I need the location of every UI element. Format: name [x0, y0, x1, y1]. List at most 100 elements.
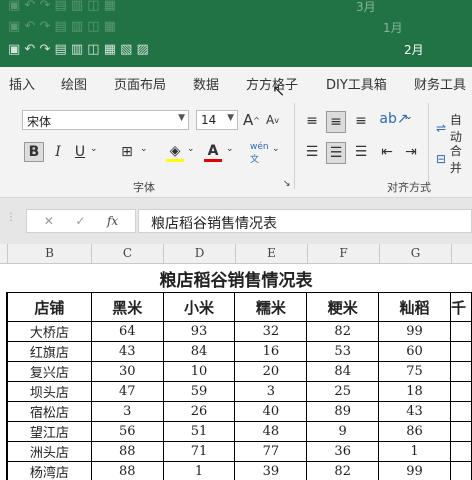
chevron-down-icon[interactable]: ⌄	[272, 144, 280, 154]
chevron-down-icon[interactable]: ⌄	[187, 144, 195, 154]
table-cell[interactable]: 60	[378, 341, 451, 362]
table-cell[interactable]: 99	[378, 461, 451, 480]
table-cell[interactable]: 86	[378, 421, 451, 442]
cancel-icon[interactable]: ✕	[44, 214, 54, 228]
table-cell[interactable]: 64	[90, 321, 164, 342]
column-header-b[interactable]: B	[7, 244, 91, 264]
table-cell[interactable]: 16	[234, 341, 308, 362]
table-cell[interactable]: 93	[162, 321, 236, 342]
decrease-indent-icon[interactable]: ⇤	[378, 142, 396, 162]
formula-input[interactable]: 粮店稻谷销售情况表	[138, 209, 472, 233]
table-cell[interactable]: 26	[162, 401, 236, 422]
table-cell[interactable]: 18	[378, 381, 451, 402]
header-cell[interactable]: 小米	[162, 292, 236, 322]
font-size-box[interactable]: 14 ▼	[196, 110, 238, 130]
header-cell[interactable]: 籼稻	[378, 292, 451, 322]
header-cell[interactable]: 千	[449, 292, 472, 322]
wrap-text-button[interactable]: ⇌ 自动	[436, 111, 472, 145]
table-cell[interactable]	[449, 441, 472, 462]
table-cell[interactable]: 20	[234, 361, 308, 382]
table-cell[interactable]: 71	[162, 441, 236, 462]
table-cell[interactable]	[449, 321, 472, 342]
table-cell[interactable]: 53	[306, 341, 380, 362]
chevron-down-icon[interactable]: ⌄	[405, 112, 413, 122]
table-cell[interactable]: 洲头店	[7, 441, 92, 462]
border-icon[interactable]: ⊞	[118, 142, 136, 162]
header-cell[interactable]: 粳米	[306, 292, 380, 322]
italic-button[interactable]: I	[50, 142, 66, 162]
table-cell[interactable]: 88	[90, 461, 164, 480]
font-color-icon[interactable]: A	[204, 142, 222, 162]
table-cell[interactable]: 39	[234, 461, 308, 480]
table-cell[interactable]	[449, 421, 472, 442]
chevron-down-icon[interactable]: ⌄	[90, 144, 98, 154]
table-cell[interactable]: 3	[90, 401, 164, 422]
tab-insert[interactable]: 插入	[9, 74, 35, 93]
table-cell[interactable]: 1	[378, 441, 451, 462]
table-cell[interactable]: 56	[90, 421, 164, 442]
table-cell[interactable]: 杨湾店	[7, 461, 92, 480]
table-cell[interactable]: 47	[90, 381, 164, 402]
bold-button[interactable]: B	[24, 142, 44, 162]
column-header-h[interactable]	[451, 244, 472, 264]
align-top-icon[interactable]: ≡	[303, 111, 321, 131]
tab-finance-tools[interactable]: 财务工具	[414, 74, 466, 93]
fill-color-icon[interactable]: ◈	[166, 142, 184, 162]
column-header-c[interactable]: C	[91, 244, 163, 264]
dialog-launcher-icon[interactable]: ↘	[283, 179, 291, 189]
table-cell[interactable]: 43	[90, 341, 164, 362]
align-right-icon[interactable]: ☰	[352, 142, 370, 162]
table-cell[interactable]: 82	[306, 461, 380, 480]
align-center-icon[interactable]: ☰	[326, 142, 346, 164]
table-cell[interactable]	[449, 341, 472, 362]
table-cell[interactable]: 1	[162, 461, 236, 480]
column-header-f[interactable]: F	[307, 244, 379, 264]
table-cell[interactable]: 望江店	[7, 421, 92, 442]
table-cell[interactable]: 大桥店	[7, 321, 92, 342]
table-cell[interactable]: 89	[306, 401, 380, 422]
column-header-d[interactable]: D	[163, 244, 235, 264]
table-cell[interactable]: 10	[162, 361, 236, 382]
column-header-e[interactable]: E	[235, 244, 307, 264]
table-cell[interactable]: 51	[162, 421, 236, 442]
merge-center-button[interactable]: ⊟ 合并	[436, 142, 472, 176]
column-header-g[interactable]: G	[379, 244, 451, 264]
table-cell[interactable]: 48	[234, 421, 308, 442]
header-cell[interactable]: 糯米	[234, 292, 308, 322]
sheet-title[interactable]: 粮店稻谷销售情况表	[0, 264, 472, 292]
table-cell[interactable]	[449, 361, 472, 382]
fx-icon[interactable]: fx	[107, 214, 118, 228]
table-cell[interactable]	[449, 401, 472, 422]
header-cell[interactable]: 店铺	[7, 292, 92, 322]
table-cell[interactable]: 84	[162, 341, 236, 362]
table-cell[interactable]: 3	[234, 381, 308, 402]
align-bottom-icon[interactable]: ≡	[352, 111, 370, 131]
table-cell[interactable]	[449, 381, 472, 402]
align-left-icon[interactable]: ☰	[303, 142, 321, 162]
table-cell[interactable]: 88	[90, 441, 164, 462]
table-cell[interactable]: 25	[306, 381, 380, 402]
chevron-down-icon[interactable]: ⌄	[226, 144, 234, 154]
table-cell[interactable]: 红旗店	[7, 341, 92, 362]
grow-font-icon[interactable]: A ^	[243, 111, 260, 129]
underline-button[interactable]: U	[72, 142, 88, 162]
table-cell[interactable]: 宿松店	[7, 401, 92, 422]
tab-diy-toolbox[interactable]: DIY工具箱	[326, 74, 387, 93]
orientation-icon[interactable]: ab↗	[379, 109, 408, 129]
table-cell[interactable]: 59	[162, 381, 236, 402]
table-cell[interactable]: 82	[306, 321, 380, 342]
tab-page-layout[interactable]: 页面布局	[114, 74, 166, 93]
align-middle-icon[interactable]: ≡	[326, 111, 346, 133]
table-cell[interactable]: 36	[306, 441, 380, 462]
table-cell[interactable]: 77	[234, 441, 308, 462]
shrink-font-icon[interactable]: Av	[266, 113, 279, 127]
table-cell[interactable]: 坝头店	[7, 381, 92, 402]
tab-data[interactable]: 数据	[193, 74, 219, 93]
table-cell[interactable]: 32	[234, 321, 308, 342]
more-icon[interactable]: ⋮	[6, 212, 16, 223]
table-cell[interactable]: 75	[378, 361, 451, 382]
font-name-box[interactable]: 宋体 ▼	[22, 110, 189, 130]
table-cell[interactable]	[449, 461, 472, 480]
header-cell[interactable]: 黑米	[90, 292, 164, 322]
quick-access-icons[interactable]: ▣ ↶ ↷ ▤ ▥ ◫ ▦ ▧ ▨	[8, 42, 149, 57]
